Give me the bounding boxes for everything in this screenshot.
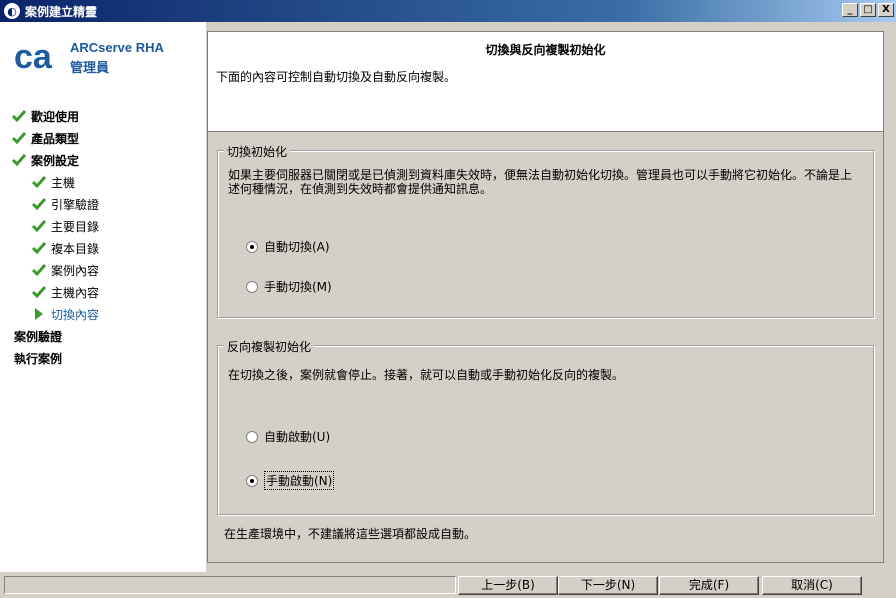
production-note: 在生產環境中，不建議將這些選項都設成自動。 — [224, 527, 477, 541]
step-engine-verify[interactable]: 引擎驗證 — [32, 194, 99, 214]
app-icon: ◐ — [4, 3, 20, 19]
close-button[interactable]: X — [878, 3, 894, 17]
switchover-description-line1: 如果主要伺服器已關閉或是已偵測到資料庫失效時，便無法自動初始化切換。管理員也可以… — [228, 168, 853, 182]
minimize-button[interactable]: _ — [842, 3, 858, 17]
status-field — [4, 576, 456, 594]
check-icon — [12, 132, 26, 145]
page-description: 下面的內容可控制自動切換及自動反向複製。 — [216, 70, 457, 84]
step-welcome[interactable]: 歡迎使用 — [12, 106, 79, 126]
auto-start-radio[interactable]: 自動啟動(U) — [246, 428, 330, 445]
step-scenario-properties[interactable]: 案例內容 — [32, 260, 99, 280]
switchover-group-title: 切換初始化 — [224, 143, 291, 160]
step-scenario-setup[interactable]: 案例設定 — [12, 150, 79, 170]
step-host-properties[interactable]: 主機內容 — [32, 282, 99, 302]
manual-start-radio[interactable]: 手動啟動(N) — [246, 471, 335, 490]
step-run-scenario[interactable]: 執行案例 — [14, 348, 62, 368]
ca-logo: ca — [14, 40, 53, 72]
radio-indicator — [246, 430, 258, 443]
switchover-group: 切換初始化 如果主要伺服器已關閉或是已偵測到資料庫失效時，便無法自動初始化切換。… — [217, 143, 874, 318]
radio-indicator — [246, 280, 258, 293]
check-icon — [32, 242, 46, 255]
auto-switchover-radio[interactable]: 自動切換(A) — [246, 238, 330, 255]
switchover-description-line2: 述何種情況，在偵測到失效時都會提供通知訊息。 — [228, 182, 493, 196]
product-subtitle: 管理員 — [70, 61, 110, 76]
next-button[interactable]: 下一步(N) — [558, 576, 658, 595]
arrow-right-icon — [35, 308, 43, 320]
step-master-dirs[interactable]: 主要目錄 — [32, 216, 99, 236]
title-bar: ◐ 案例建立精靈 _ □ X — [0, 0, 896, 22]
check-icon — [32, 286, 46, 299]
step-product-type[interactable]: 產品類型 — [12, 128, 79, 148]
radio-selected-indicator — [246, 474, 258, 487]
check-icon — [32, 176, 46, 189]
check-icon — [12, 110, 26, 123]
manual-switchover-radio[interactable]: 手動切換(M) — [246, 278, 332, 295]
maximize-button[interactable]: □ — [860, 3, 876, 17]
back-button[interactable]: 上一步(B) — [458, 576, 558, 595]
step-hosts[interactable]: 主機 — [32, 172, 75, 192]
radio-selected-indicator — [246, 240, 258, 253]
svg-text:ca: ca — [14, 40, 53, 72]
step-scenario-verification[interactable]: 案例驗證 — [14, 326, 62, 346]
finish-button[interactable]: 完成(F) — [659, 576, 759, 595]
step-replica-dirs[interactable]: 複本目錄 — [32, 238, 99, 258]
reverse-description: 在切換之後，案例就會停止。接著，就可以自動或手動初始化反向的複製。 — [228, 368, 625, 382]
check-icon — [12, 154, 26, 167]
page-header: 切換與反向複製初始化 下面的內容可控制自動切換及自動反向複製。 — [208, 32, 883, 132]
reverse-group-title: 反向複製初始化 — [224, 338, 315, 355]
check-icon — [32, 264, 46, 277]
reverse-replication-group: 反向複製初始化 在切換之後，案例就會停止。接著，就可以自動或手動初始化反向的複製… — [217, 338, 874, 515]
wizard-steps-pane: ca ARCserve RHA 管理員 歡迎使用 產品類型 案例設定 主機 引擎… — [0, 22, 206, 572]
page-title: 切換與反向複製初始化 — [485, 43, 606, 57]
footer-bar: 上一步(B) 下一步(N) 完成(F) 取消(C) — [0, 574, 896, 598]
window-title: 案例建立精靈 — [25, 4, 98, 19]
check-icon — [32, 198, 46, 211]
cancel-button[interactable]: 取消(C) — [762, 576, 862, 595]
check-icon — [32, 220, 46, 233]
content-pane: 切換與反向複製初始化 下面的內容可控制自動切換及自動反向複製。 切換初始化 如果… — [207, 31, 884, 563]
step-switchover-properties[interactable]: 切換內容 — [32, 304, 99, 324]
product-name: ARCserve RHA — [70, 40, 164, 55]
